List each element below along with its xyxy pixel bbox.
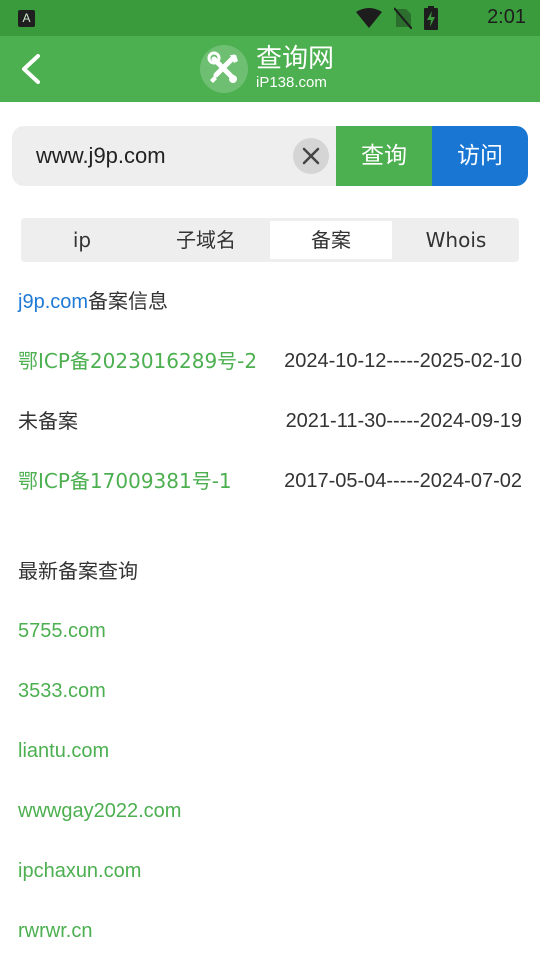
app-logo	[200, 45, 248, 93]
app-title: 查询网	[256, 44, 335, 74]
chevron-left-icon[interactable]	[14, 50, 52, 88]
latest-filing-link[interactable]: 3533.com	[18, 676, 106, 706]
record-row: 鄂ICP备2023016289号-2 2024-10-12-----2025-0…	[18, 346, 522, 376]
domain-search-input[interactable]	[12, 126, 336, 186]
latest-filing-link[interactable]: wwwgay2022.com	[18, 796, 181, 826]
record-dates: 2024-10-12-----2025-02-10	[284, 350, 522, 372]
record-domain-link[interactable]: j9p.com	[18, 291, 88, 313]
search-bar: 查询 访问	[12, 126, 528, 186]
record-row: 未备案 2021-11-30-----2024-09-19	[18, 406, 522, 436]
status-bar: A 2:01	[0, 0, 540, 36]
battery-charging-icon	[424, 6, 438, 30]
app-subtitle: iP138.com	[256, 74, 327, 91]
latest-filings-title: 最新备案查询	[18, 559, 138, 583]
visit-button[interactable]: 访问	[432, 126, 528, 186]
close-icon	[302, 147, 320, 165]
record-dates: 2021-11-30-----2024-09-19	[285, 410, 522, 432]
wifi-icon	[356, 8, 382, 28]
record-heading-suffix: 备案信息	[88, 289, 169, 313]
app-bar: 查询网 iP138.com	[0, 36, 540, 102]
tab-icp-filing[interactable]: 备案	[270, 221, 392, 259]
record-id-link[interactable]: 鄂ICP备17009381号-1	[18, 466, 232, 496]
tab-ip[interactable]: ip	[21, 221, 143, 259]
tab-whois[interactable]: Whois	[395, 221, 517, 259]
tab-subdomain[interactable]: 子域名	[145, 221, 267, 259]
no-sim-icon	[394, 7, 412, 29]
latest-filing-link[interactable]: liantu.com	[18, 736, 109, 766]
record-row: 鄂ICP备17009381号-1 2017-05-04-----2024-07-…	[18, 466, 522, 496]
record-status-text: 未备案	[18, 409, 78, 433]
record-id-link[interactable]: 鄂ICP备2023016289号-2	[18, 346, 257, 376]
a-badge-icon: A	[18, 10, 35, 27]
query-button[interactable]: 查询	[336, 126, 432, 186]
record-heading: j9p.com备案信息	[18, 286, 168, 317]
tools-icon	[207, 51, 238, 83]
latest-filing-link[interactable]: ipchaxun.com	[18, 856, 141, 886]
clear-button[interactable]	[293, 138, 329, 174]
status-time: 2:01	[487, 6, 526, 28]
record-dates: 2017-05-04-----2024-07-02	[284, 470, 522, 492]
tab-bar: ip 子域名 备案 Whois	[21, 218, 519, 262]
latest-filing-link[interactable]: rwrwr.cn	[18, 916, 92, 946]
latest-filing-link[interactable]: 5755.com	[18, 616, 106, 646]
